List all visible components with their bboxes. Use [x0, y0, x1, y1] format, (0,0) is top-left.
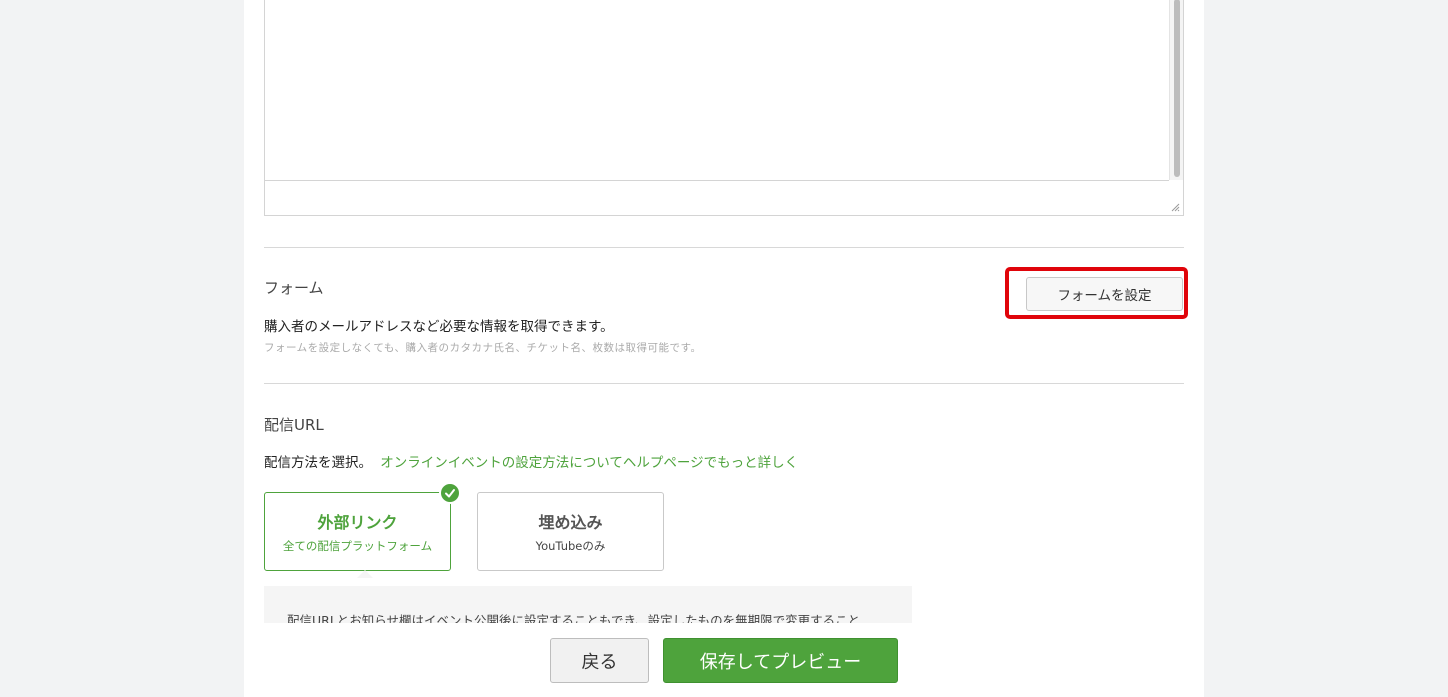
form-section-title: フォーム	[264, 279, 324, 297]
textarea-content[interactable]	[265, 0, 1169, 181]
option-subtitle: YouTubeのみ	[535, 539, 606, 553]
section-divider	[264, 383, 1184, 384]
save-preview-button[interactable]: 保存してプレビュー	[663, 638, 898, 683]
content-panel: フォーム 購入者のメールアドレスなど必要な情報を取得できます。 フォームを設定し…	[244, 0, 1204, 697]
form-section-description: 購入者のメールアドレスなど必要な情報を取得できます。	[264, 319, 614, 335]
option-title: 外部リンク	[317, 513, 398, 532]
back-button[interactable]: 戻る	[550, 638, 649, 683]
check-icon	[439, 482, 461, 504]
selection-pointer	[357, 570, 373, 578]
description-textarea[interactable]	[264, 0, 1184, 216]
option-title: 埋め込み	[538, 513, 603, 532]
set-form-button[interactable]: フォームを設定	[1026, 277, 1183, 311]
option-external-link[interactable]: 外部リンク 全ての配信プラットフォーム	[264, 482, 461, 578]
streaming-section-title: 配信URL	[264, 416, 324, 434]
streaming-instruction-line: 配信方法を選択。 オンラインイベントの設定方法についてヘルプページでもっと詳しく	[264, 451, 798, 471]
option-subtitle: 全ての配信プラットフォーム	[282, 539, 433, 553]
section-divider	[264, 247, 1184, 248]
help-page-link[interactable]: オンラインイベントの設定方法についてヘルプページでもっと詳しく	[380, 455, 798, 471]
form-section-note: フォームを設定しなくても、購入者のカタカナ氏名、チケット名、枚数は取得可能です。	[264, 342, 702, 354]
footer-action-bar: 戻る 保存してプレビュー	[244, 623, 1204, 697]
textarea-scrollbar[interactable]	[1169, 0, 1183, 180]
streaming-instruction: 配信方法を選択。	[264, 455, 372, 471]
option-embed[interactable]: 埋め込み YouTubeのみ	[477, 492, 664, 571]
resize-handle-icon[interactable]	[1171, 203, 1180, 212]
streaming-info-box: 配信URLとお知らせ欄はイベント公開後に設定することもでき、設定したものを無期限…	[264, 586, 912, 626]
scrollbar-thumb[interactable]	[1174, 0, 1180, 177]
